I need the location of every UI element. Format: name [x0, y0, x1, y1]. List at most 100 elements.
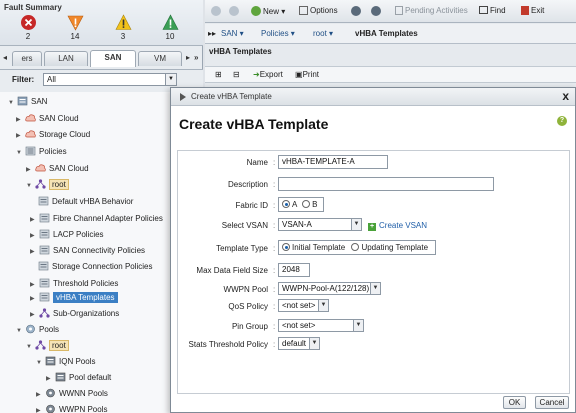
expand-arrow-icon[interactable]: ▼	[16, 146, 25, 160]
tree-node-storage-connection-policies[interactable]: Storage Connection Policies	[38, 260, 153, 274]
close-icon[interactable]: x	[562, 89, 569, 103]
filter-select[interactable]: All ▼	[43, 73, 177, 86]
tree-node-lacp-policies[interactable]: ▶ LACP Policies	[30, 228, 104, 242]
crumb-policies[interactable]: Policies ▾	[261, 29, 295, 38]
pending-activities-button[interactable]: Pending Activities	[395, 6, 468, 15]
tab-san[interactable]: SAN	[90, 50, 136, 67]
tree-node-policies-san-cloud[interactable]: ▶ SAN Cloud	[26, 162, 89, 176]
tab-lan[interactable]: LAN	[44, 51, 88, 66]
separator: :	[273, 244, 276, 253]
tab-scroll-right-icon[interactable]: ▸	[186, 53, 190, 62]
major-icon	[66, 14, 84, 31]
crumb-san[interactable]: SAN ▾	[221, 29, 244, 38]
back-button[interactable]	[211, 6, 223, 16]
find-button[interactable]: Find	[479, 6, 506, 15]
cloud-icon	[25, 113, 36, 123]
crumb-root[interactable]: root ▾	[313, 29, 333, 38]
tree-node-san-connectivity-policies[interactable]: ▶ SAN Connectivity Policies	[30, 244, 145, 258]
print-button[interactable]: ▣Print	[295, 70, 319, 79]
tree-node-sub-organizations[interactable]: ▶ Sub-Organizations	[30, 307, 119, 321]
crumb-nav-icon[interactable]: ▸▸	[208, 29, 216, 38]
updating-template-radio[interactable]: Updating Template	[351, 243, 428, 252]
options-button[interactable]: Options	[299, 6, 338, 15]
fabric-a-radio[interactable]: A	[282, 200, 297, 209]
chevron-down-icon: ▼	[309, 338, 319, 349]
content-heading: vHBA Templates	[209, 47, 272, 56]
chevron-down-icon: ▼	[165, 74, 176, 85]
help-icon	[351, 6, 361, 16]
tab-vm[interactable]: VM	[138, 51, 182, 66]
expand-arrow-icon[interactable]: ▶	[30, 245, 39, 259]
expand-arrow-icon[interactable]: ▼	[16, 324, 25, 338]
tree-node-vhba-templates[interactable]: ▶ vHBA Templates	[30, 291, 118, 305]
fault-major[interactable]: 14	[60, 14, 90, 41]
tab-servers[interactable]: ers	[12, 51, 42, 66]
tree-node-wwnn-pools[interactable]: ▶ WWNN Pools	[36, 387, 108, 401]
expand-arrow-icon[interactable]: ▶	[30, 292, 39, 306]
tree-node-fc-adapter-policies[interactable]: ▶ Fibre Channel Adapter Policies	[30, 212, 163, 226]
expand-arrow-icon[interactable]: ▼	[8, 96, 17, 110]
tree-label: Storage Cloud	[39, 130, 91, 139]
expand-arrow-icon[interactable]: ▶	[30, 229, 39, 243]
tree-node-pools-root[interactable]: ▼ root	[26, 339, 69, 353]
tree-node-root[interactable]: ▼ root	[26, 178, 69, 192]
ok-button[interactable]: OK	[503, 396, 526, 409]
fault-summary: Fault Summary 2 14 3 10	[0, 0, 203, 46]
dialog-heading: Create vHBA Template	[179, 116, 329, 132]
expand-arrow-icon[interactable]: ▶	[30, 308, 39, 322]
fault-count: 14	[70, 32, 80, 41]
export-button[interactable]: ➜Export	[253, 70, 283, 79]
tree-node-pools[interactable]: ▼ Pools	[16, 323, 59, 337]
collapse-all-icon[interactable]: ⊟	[233, 70, 240, 79]
tree-node-wwpn-pools[interactable]: ▶ WWPN Pools	[36, 403, 107, 413]
expand-arrow-icon[interactable]: ▶	[16, 129, 25, 143]
expand-arrow-icon[interactable]: ▶	[16, 113, 25, 127]
tree-node-policies[interactable]: ▼ Policies	[16, 145, 67, 159]
name-field[interactable]: vHBA-TEMPLATE-A	[278, 155, 388, 169]
expand-arrow-icon[interactable]: ▶	[46, 372, 55, 386]
tab-scroll-left-icon[interactable]: ◂	[3, 53, 7, 62]
new-button[interactable]: New ▾	[251, 6, 285, 16]
binoculars-icon	[479, 6, 488, 14]
fabric-id-label: Fabric ID	[235, 201, 268, 210]
stats-threshold-select[interactable]: default ▼	[278, 337, 320, 350]
expand-arrow-icon[interactable]: ▶	[30, 213, 39, 227]
expand-arrow-icon[interactable]: ▼	[36, 356, 45, 370]
separator: :	[273, 158, 276, 167]
max-data-field[interactable]: 2048	[278, 263, 310, 277]
crumb-vhba-templates[interactable]: vHBA Templates	[355, 29, 418, 38]
tree-node-storage-cloud[interactable]: ▶ Storage Cloud	[16, 128, 90, 142]
fault-minor[interactable]: 3	[108, 14, 138, 41]
expand-arrow-icon[interactable]: ▶	[36, 404, 45, 413]
fault-critical[interactable]: 2	[13, 14, 43, 41]
wwpn-pool-select[interactable]: WWPN-Pool-A(122/128) ▼	[278, 282, 381, 295]
help-button[interactable]	[351, 6, 363, 16]
tab-more-icon[interactable]: »	[194, 53, 198, 62]
expand-arrow-icon[interactable]: ▶	[26, 163, 35, 177]
expand-arrow-icon[interactable]: ▶	[30, 278, 39, 292]
tree-node-san-cloud[interactable]: ▶ SAN Cloud	[16, 112, 79, 126]
description-field[interactable]	[278, 177, 494, 191]
expand-arrow-icon[interactable]: ▼	[26, 340, 35, 354]
tree-node-san[interactable]: ▼ SAN	[8, 95, 47, 109]
info-button[interactable]	[371, 6, 383, 16]
fault-warning[interactable]: 10	[155, 14, 185, 41]
expand-arrow-icon[interactable]: ▶	[36, 388, 45, 402]
exit-button[interactable]: Exit	[521, 6, 544, 15]
tree-node-threshold-policies[interactable]: ▶ Threshold Policies	[30, 277, 118, 291]
tree-node-default-vhba-behavior[interactable]: Default vHBA Behavior	[38, 195, 133, 209]
qos-policy-select[interactable]: <not set> ▼	[278, 299, 329, 312]
create-vsan-link[interactable]: + Create VSAN	[368, 221, 427, 231]
pin-group-select[interactable]: <not set> ▼	[278, 319, 364, 332]
expand-arrow-icon[interactable]: ▼	[26, 179, 35, 193]
vsan-select[interactable]: VSAN-A ▼	[278, 218, 362, 231]
cancel-button[interactable]: Cancel	[535, 396, 569, 409]
initial-template-radio[interactable]: Initial Template	[282, 243, 345, 252]
forward-button[interactable]	[229, 6, 241, 16]
dialog-titlebar[interactable]: Create vHBA Template x	[171, 88, 575, 106]
tree-node-iqn-pools[interactable]: ▼ IQN Pools	[36, 355, 95, 369]
tree-node-pool-default[interactable]: ▶ Pool default	[46, 371, 111, 385]
expand-all-icon[interactable]: ⊞	[215, 70, 222, 79]
help-icon[interactable]: ?	[557, 116, 567, 126]
fabric-b-radio[interactable]: B	[302, 200, 317, 209]
